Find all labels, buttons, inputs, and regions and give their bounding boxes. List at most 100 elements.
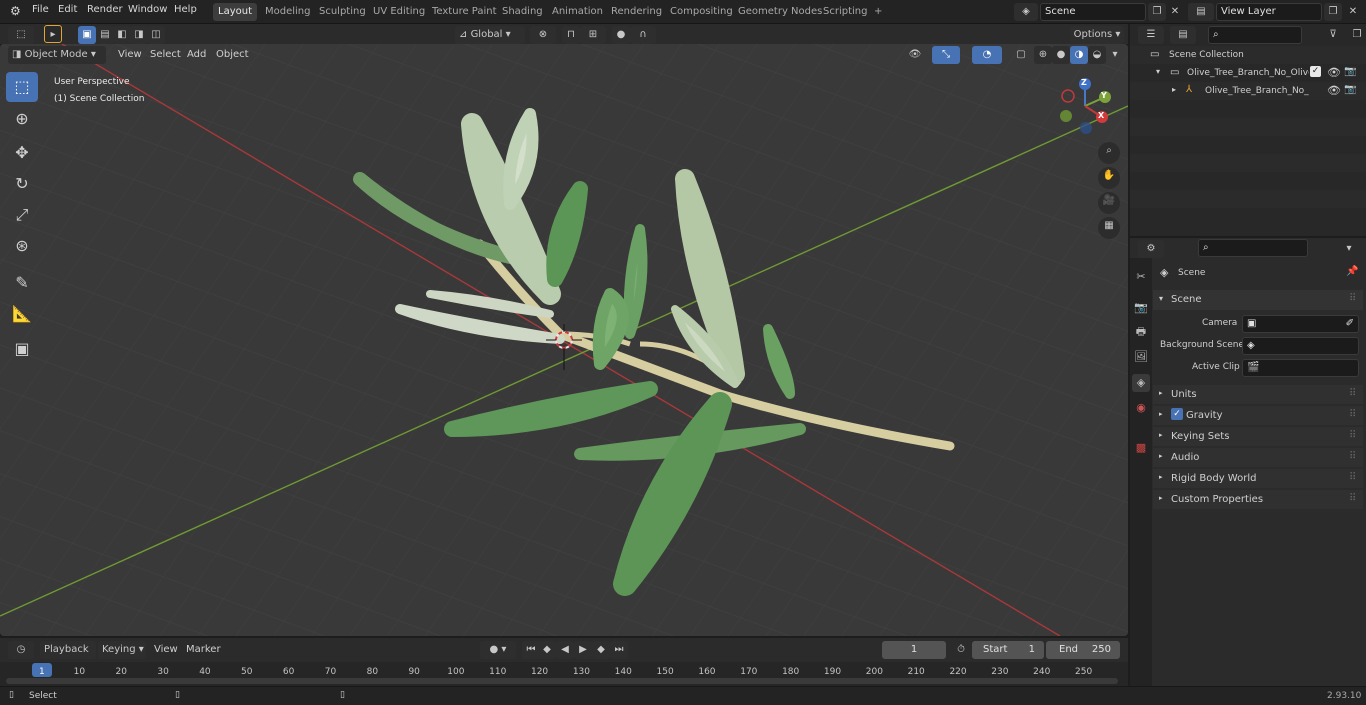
options-dropdown[interactable]: Options ▾ bbox=[1070, 26, 1124, 44]
select-tool-icon[interactable]: ▸ bbox=[44, 25, 62, 43]
select-new-icon[interactable]: ▣ bbox=[78, 26, 96, 44]
tab-uv-editing[interactable]: UV Editing bbox=[368, 3, 430, 21]
zoom-icon[interactable]: ⌕ bbox=[1098, 142, 1120, 164]
select-invert-icon[interactable]: ◨ bbox=[130, 26, 148, 44]
scene-section-header[interactable]: ▾ Scene ⠿ bbox=[1153, 290, 1363, 310]
scale-tool-icon[interactable]: ⤢ bbox=[6, 200, 38, 230]
eye-icon[interactable]: 👁 bbox=[1327, 66, 1341, 79]
prev-keyframe-icon[interactable]: ◆ bbox=[538, 641, 556, 659]
panel-rigid-body-world[interactable]: ▸ Rigid Body World ⠿ bbox=[1153, 469, 1363, 488]
drag-handle-icon[interactable]: ⠿ bbox=[1349, 388, 1356, 399]
panel-audio[interactable]: ▸ Audio ⠿ bbox=[1153, 448, 1363, 467]
select-intersect-icon[interactable]: ◫ bbox=[147, 26, 165, 44]
menu-add[interactable]: Add bbox=[183, 47, 210, 63]
properties-search-input[interactable]: ⌕ bbox=[1198, 239, 1308, 257]
annotate-tool-icon[interactable]: ✎ bbox=[6, 268, 38, 298]
timeline-scrollbar[interactable] bbox=[6, 678, 1118, 684]
camera-render-icon[interactable]: 📷 bbox=[1344, 66, 1356, 77]
timeline-menu-view[interactable]: View bbox=[150, 642, 182, 658]
transform-orientation-dropdown[interactable]: ⊿ Global ▾ bbox=[455, 26, 525, 44]
timeline-editor-type-icon[interactable]: ◷ bbox=[8, 641, 34, 659]
shading-options-icon[interactable]: ▾ bbox=[1106, 46, 1124, 64]
play-reverse-icon[interactable]: ◀ bbox=[556, 641, 574, 659]
new-collection-icon[interactable]: ❐ bbox=[1348, 26, 1366, 44]
background-scene-field[interactable]: ◈ bbox=[1242, 337, 1359, 355]
tab-sculpting[interactable]: Sculpting bbox=[314, 3, 371, 21]
panel-units[interactable]: ▸ Units ⠿ bbox=[1153, 385, 1363, 404]
gizmo-toggle-icon[interactable]: ⤡ bbox=[932, 46, 960, 64]
outliner-editor-type-icon[interactable]: ☰ bbox=[1138, 26, 1164, 44]
menu-help[interactable]: Help bbox=[174, 4, 197, 15]
scene-name-field[interactable]: Scene bbox=[1040, 3, 1146, 21]
menu-window[interactable]: Window bbox=[128, 4, 167, 15]
expand-arrow-icon[interactable]: ▸ bbox=[1172, 85, 1176, 94]
editor-type-icon[interactable]: ⬚ bbox=[8, 26, 34, 44]
3d-viewport[interactable]: Z Y X ◨ Object Mode ▾ View Select Add Ob… bbox=[0, 44, 1128, 636]
transform-tool-icon[interactable]: ⊛ bbox=[6, 231, 38, 261]
proportional-edit-icon[interactable]: ● bbox=[612, 26, 630, 44]
tab-modeling[interactable]: Modeling bbox=[260, 3, 316, 21]
tab-geometry-nodes[interactable]: Geometry Nodes bbox=[733, 3, 827, 21]
falloff-icon[interactable]: ∩ bbox=[630, 26, 656, 44]
camera-view-icon[interactable]: 🎥 bbox=[1098, 192, 1120, 214]
output-tab-icon[interactable]: 🖶 bbox=[1132, 323, 1150, 341]
select-box-icon[interactable]: ⬚ bbox=[6, 72, 38, 102]
timeline-menu-marker[interactable]: Marker bbox=[182, 642, 225, 658]
drag-handle-icon[interactable]: ⠿ bbox=[1349, 493, 1356, 504]
perspective-toggle-icon[interactable]: ▦ bbox=[1098, 217, 1120, 239]
menu-select[interactable]: Select bbox=[146, 47, 185, 63]
keying-dropdown[interactable]: Keying ▾ bbox=[98, 641, 146, 659]
menu-object[interactable]: Object bbox=[212, 47, 253, 63]
tab-scripting[interactable]: Scripting bbox=[818, 3, 872, 21]
camera-render-icon[interactable]: 📷 bbox=[1344, 84, 1356, 95]
shading-wireframe-icon[interactable]: ⊕ bbox=[1034, 46, 1052, 64]
shading-solid-icon[interactable]: ● bbox=[1052, 46, 1070, 64]
view-layer-selector-icon[interactable]: ▤ bbox=[1188, 3, 1214, 21]
properties-editor-type-icon[interactable]: ⚙ bbox=[1138, 240, 1164, 258]
next-keyframe-icon[interactable]: ◆ bbox=[592, 641, 610, 659]
properties-options-icon[interactable]: ▾ bbox=[1340, 240, 1358, 258]
select-extend-icon[interactable]: ▤ bbox=[96, 26, 114, 44]
auto-keying-icon[interactable]: ● ▾ bbox=[480, 641, 516, 659]
move-tool-icon[interactable]: ✥ bbox=[6, 138, 38, 168]
snap-toggle-icon[interactable]: ⊓ bbox=[562, 26, 580, 44]
xray-toggle-icon[interactable]: ▢ bbox=[1012, 46, 1030, 64]
drag-handle-icon[interactable]: ⠿ bbox=[1349, 409, 1356, 420]
select-subtract-icon[interactable]: ◧ bbox=[113, 26, 131, 44]
expand-arrow-icon[interactable]: ▾ bbox=[1156, 67, 1160, 76]
tab-layout[interactable]: Layout bbox=[213, 3, 257, 21]
overlays-toggle-icon[interactable]: ◔ bbox=[972, 46, 1002, 64]
render-tab-icon[interactable]: 📷 bbox=[1132, 299, 1150, 317]
tab-animation[interactable]: Animation bbox=[547, 3, 608, 21]
gravity-checkbox[interactable]: ✓ bbox=[1171, 408, 1183, 420]
panel-gravity[interactable]: ▸ ✓ Gravity ⠿ bbox=[1153, 406, 1363, 425]
panel-keying-sets[interactable]: ▸ Keying Sets ⠿ bbox=[1153, 427, 1363, 446]
menu-edit[interactable]: Edit bbox=[58, 4, 77, 15]
outliner-row-root[interactable]: ▭ Scene Collection bbox=[1130, 46, 1366, 64]
delete-view-layer-icon[interactable]: ✕ bbox=[1344, 3, 1362, 21]
drag-handle-icon[interactable]: ⠿ bbox=[1349, 451, 1356, 462]
scene-selector-icon[interactable]: ◈ bbox=[1014, 3, 1038, 21]
outliner-row-object[interactable]: ▸ ⅄ Olive_Tree_Branch_No_C 👁 📷 bbox=[1130, 82, 1366, 100]
snap-target-icon[interactable]: ⊞ bbox=[580, 26, 606, 44]
delete-scene-icon[interactable]: ✕ bbox=[1166, 3, 1184, 21]
add-cube-tool-icon[interactable]: ▣ bbox=[6, 334, 38, 364]
texture-tab-icon[interactable]: ▩ bbox=[1132, 439, 1150, 457]
scene-tab-icon[interactable]: ◈ bbox=[1132, 374, 1150, 392]
view-layer-field[interactable]: View Layer bbox=[1216, 3, 1322, 21]
shading-rendered-icon[interactable]: ◒ bbox=[1088, 46, 1106, 64]
outliner-row-collection[interactable]: ▾ ▭ Olive_Tree_Branch_No_Olives ✓ 👁 📷 bbox=[1130, 64, 1366, 82]
panel-custom-properties[interactable]: ▸ Custom Properties ⠿ bbox=[1153, 490, 1363, 509]
new-scene-icon[interactable]: ❐ bbox=[1148, 3, 1166, 21]
menu-file[interactable]: File bbox=[32, 4, 49, 15]
world-tab-icon[interactable]: ◉ bbox=[1132, 399, 1150, 417]
exclude-checkbox[interactable]: ✓ bbox=[1310, 66, 1321, 77]
drag-handle-icon[interactable]: ⠿ bbox=[1349, 430, 1356, 441]
shading-material-icon[interactable]: ◑ bbox=[1070, 46, 1088, 64]
tab-shading[interactable]: Shading bbox=[497, 3, 548, 21]
tab-rendering[interactable]: Rendering bbox=[606, 3, 667, 21]
add-workspace-button[interactable]: + bbox=[869, 3, 887, 21]
preview-range-icon[interactable]: ⏱ bbox=[952, 641, 970, 659]
display-mode-icon[interactable]: ▤ bbox=[1170, 26, 1196, 44]
menu-view[interactable]: View bbox=[114, 47, 146, 63]
